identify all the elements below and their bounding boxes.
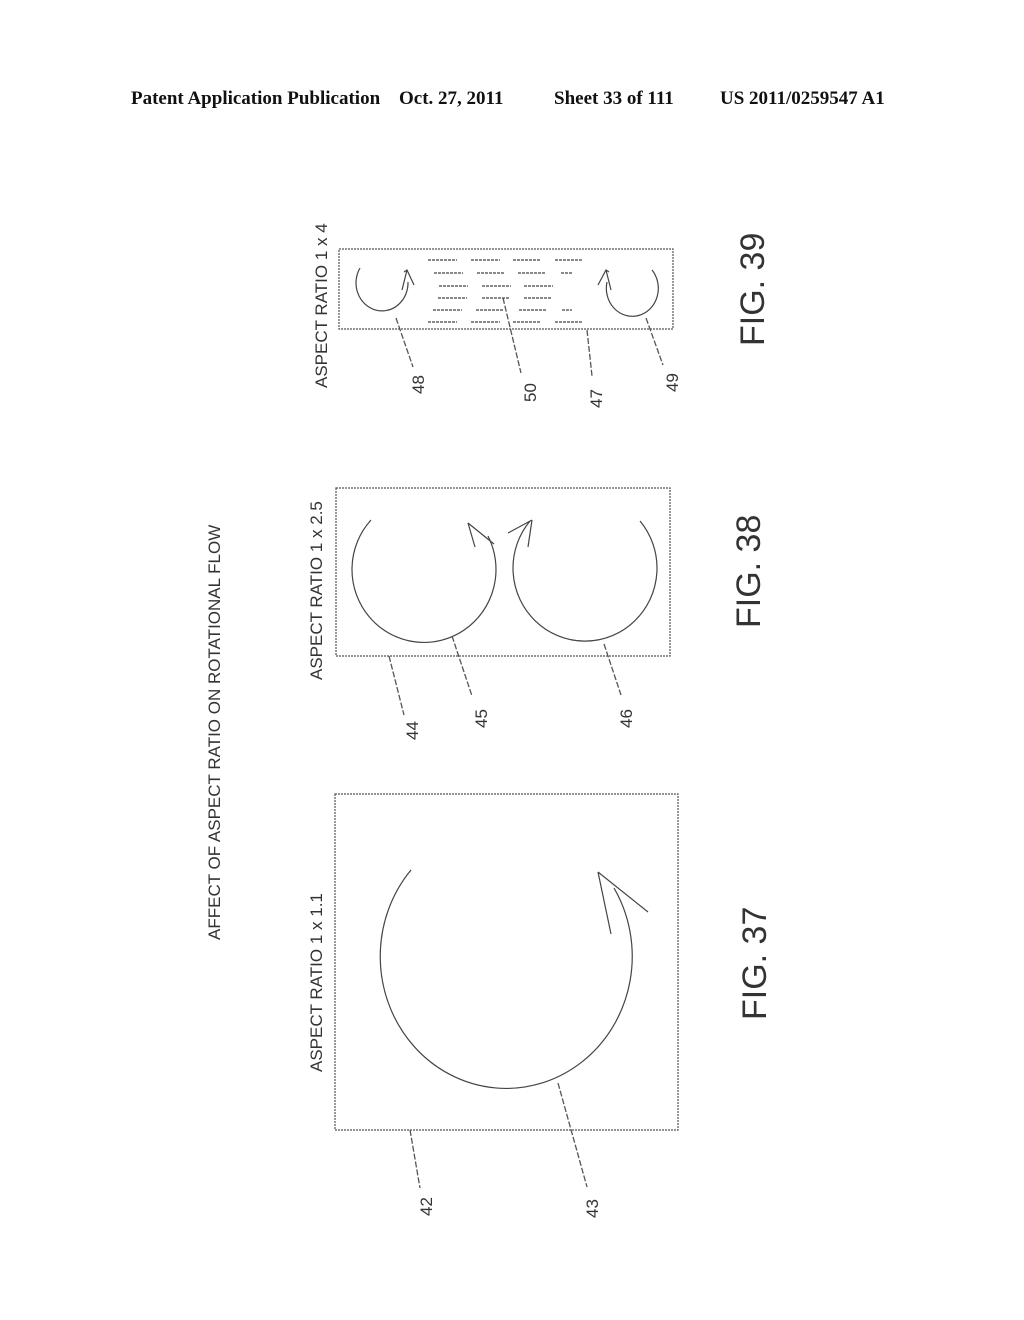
figure-38: ASPECT RATIO 1 x 2.5 44 45 46 FIG. 38 xyxy=(307,487,768,740)
fig37-aspect-label: ASPECT RATIO 1 x 1.1 xyxy=(307,893,326,1072)
fig37-leader-42 xyxy=(409,1129,421,1189)
drawing-title: AFFECT OF ASPECT RATIO ON ROTATIONAL FLO… xyxy=(205,525,224,940)
fig37-caption: FIG. 37 xyxy=(736,907,774,1020)
fig37-arrowhead xyxy=(597,871,649,935)
ref-43: 43 xyxy=(583,1199,602,1218)
fig39-leader-48 xyxy=(395,317,414,368)
fig38-leader-45 xyxy=(451,635,473,697)
ref-45: 45 xyxy=(472,709,491,728)
fig39-leader-47 xyxy=(586,329,593,377)
fig39-right-vortex xyxy=(605,269,659,317)
fig39-leader-50 xyxy=(502,297,522,374)
fig39-aspect-label: ASPECT RATIO 1 x 4 xyxy=(312,223,331,388)
fig38-caption: FIG. 38 xyxy=(730,515,768,628)
fig38-leader-44 xyxy=(388,655,405,716)
fig38-left-vortex xyxy=(351,519,497,644)
fig38-right-arrowhead xyxy=(507,519,533,548)
fig39-box xyxy=(338,248,674,330)
fig37-box xyxy=(334,793,679,1131)
ref-49: 49 xyxy=(663,373,682,392)
fig37-leader-43 xyxy=(557,1082,588,1188)
ref-44: 44 xyxy=(403,721,422,740)
fig39-left-vortex xyxy=(355,267,409,312)
fig39-laminar-lines xyxy=(428,259,583,323)
figure-39: ASPECT RATIO 1 x 4 48 50 47 49 FIG. 39 xyxy=(312,223,772,408)
fig37-vortex xyxy=(379,869,633,1089)
fig39-right-arrowhead xyxy=(597,269,612,291)
ref-42: 42 xyxy=(417,1197,436,1216)
fig38-leader-46 xyxy=(603,643,622,696)
fig38-right-vortex xyxy=(512,520,658,642)
fig38-box xyxy=(335,487,671,657)
fig39-caption: FIG. 39 xyxy=(734,233,772,346)
ref-50: 50 xyxy=(521,383,540,402)
patent-drawing: AFFECT OF ASPECT RATIO ON ROTATIONAL FLO… xyxy=(205,223,774,1218)
ref-46: 46 xyxy=(617,709,636,728)
ref-47: 47 xyxy=(587,389,606,408)
fig38-aspect-label: ASPECT RATIO 1 x 2.5 xyxy=(307,501,326,680)
fig38-left-arrowhead xyxy=(467,522,495,548)
figure-37: ASPECT RATIO 1 x 1.1 42 43 FIG. 37 xyxy=(307,793,774,1218)
ref-48: 48 xyxy=(409,375,428,394)
fig39-leader-49 xyxy=(645,317,664,366)
